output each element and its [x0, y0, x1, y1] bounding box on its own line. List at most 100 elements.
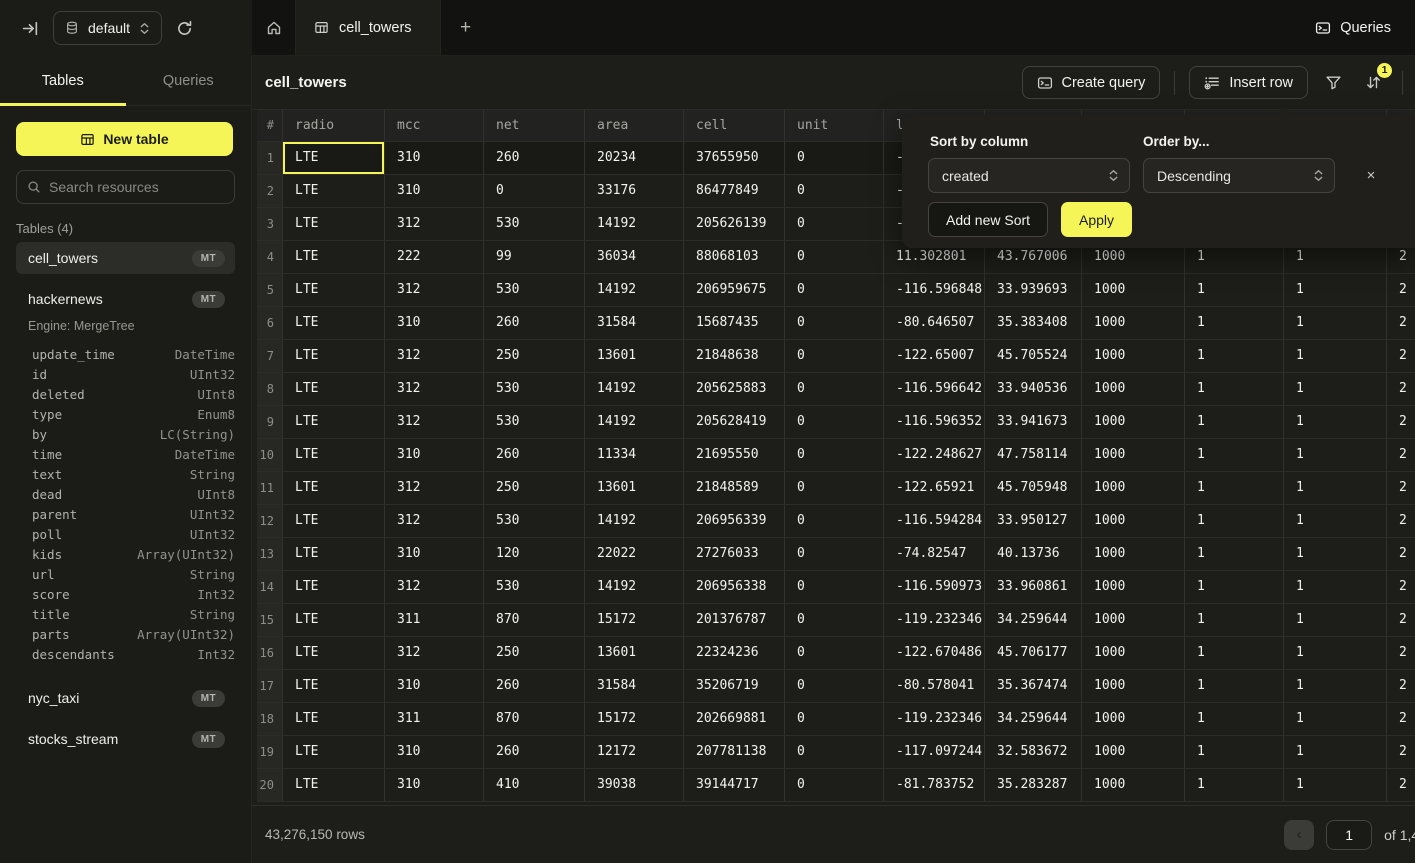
table-cell[interactable]: 1000 [1082, 571, 1185, 604]
table-cell[interactable]: 0 [785, 637, 884, 670]
table-cell[interactable]: 14192 [585, 208, 684, 241]
table-cell[interactable]: 15172 [585, 703, 684, 736]
table-cell[interactable]: 33.940536 [985, 373, 1082, 406]
table-cell[interactable]: 35.367474 [985, 670, 1082, 703]
table-cell[interactable]: 1 [1185, 769, 1284, 802]
table-cell[interactable]: 260 [484, 142, 585, 175]
table-cell[interactable]: 31584 [585, 670, 684, 703]
table-cell[interactable]: 0 [785, 604, 884, 637]
table-cell[interactable]: 1 [1284, 406, 1387, 439]
table-cell[interactable]: 2 [1387, 439, 1415, 472]
table-cell[interactable]: 1000 [1082, 769, 1185, 802]
table-cell[interactable]: 39038 [585, 769, 684, 802]
table-cell[interactable]: 0 [785, 505, 884, 538]
table-cell[interactable]: 14192 [585, 406, 684, 439]
table-cell[interactable]: 311 [385, 703, 484, 736]
table-cell[interactable]: 1 [1284, 703, 1387, 736]
table-cell[interactable]: 1 [1284, 340, 1387, 373]
table-cell[interactable]: 207781138 [684, 736, 785, 769]
table-cell[interactable]: 13601 [585, 340, 684, 373]
table-cell[interactable]: 0 [785, 208, 884, 241]
table-cell[interactable]: 1000 [1082, 670, 1185, 703]
table-cell[interactable]: 312 [385, 340, 484, 373]
table-cell[interactable]: 1 [1284, 571, 1387, 604]
table-cell[interactable]: 410 [484, 769, 585, 802]
row-number[interactable]: 9 [257, 406, 283, 439]
table-cell[interactable]: 1 [1284, 538, 1387, 571]
row-number[interactable]: 11 [257, 472, 283, 505]
table-cell[interactable]: 312 [385, 505, 484, 538]
new-tab-button[interactable]: + [441, 0, 491, 55]
table-cell[interactable]: 14192 [585, 373, 684, 406]
table-cell[interactable]: 1 [1185, 274, 1284, 307]
table-cell[interactable]: 1 [1185, 604, 1284, 637]
column-header-cell[interactable]: cell [684, 110, 785, 142]
sidebar-tab-queries[interactable]: Queries [126, 56, 252, 105]
table-cell[interactable]: -117.097244 [884, 736, 985, 769]
table-cell[interactable]: LTE [283, 736, 385, 769]
table-cell[interactable]: 35.283287 [985, 769, 1082, 802]
table-cell[interactable]: 1 [1185, 571, 1284, 604]
table-cell[interactable]: 260 [484, 439, 585, 472]
table-cell[interactable]: 1000 [1082, 505, 1185, 538]
sidebar-table-stocks_stream[interactable]: stocks_streamMT [16, 723, 235, 755]
sidebar-table-nyc_taxi[interactable]: nyc_taxiMT [16, 682, 235, 714]
table-cell[interactable]: 1 [1185, 703, 1284, 736]
table-cell[interactable]: 86477849 [684, 175, 785, 208]
table-cell[interactable]: 250 [484, 340, 585, 373]
table-cell[interactable]: LTE [283, 637, 385, 670]
table-cell[interactable]: 311 [385, 604, 484, 637]
table-cell[interactable]: 870 [484, 604, 585, 637]
table-cell[interactable]: -116.594284 [884, 505, 985, 538]
table-cell[interactable]: 2 [1387, 505, 1415, 538]
table-cell[interactable]: 0 [785, 670, 884, 703]
table-cell[interactable]: 2 [1387, 274, 1415, 307]
table-cell[interactable]: 205626139 [684, 208, 785, 241]
table-cell[interactable]: 2 [1387, 769, 1415, 802]
table-cell[interactable]: 1 [1284, 505, 1387, 538]
tab-home[interactable] [252, 0, 296, 55]
table-cell[interactable]: 35206719 [684, 670, 785, 703]
table-cell[interactable]: LTE [283, 307, 385, 340]
table-cell[interactable]: 34.259644 [985, 703, 1082, 736]
table-cell[interactable]: 0 [785, 703, 884, 736]
table-cell[interactable]: 39144717 [684, 769, 785, 802]
table-cell[interactable]: 530 [484, 571, 585, 604]
table-cell[interactable]: -122.65007 [884, 340, 985, 373]
table-cell[interactable]: 15687435 [684, 307, 785, 340]
table-cell[interactable]: 1 [1284, 307, 1387, 340]
table-cell[interactable]: 530 [484, 406, 585, 439]
row-number[interactable]: 7 [257, 340, 283, 373]
create-query-button[interactable]: Create query [1022, 66, 1161, 99]
sidebar-table-cell_towers[interactable]: cell_towersMT [16, 242, 235, 274]
table-cell[interactable]: LTE [283, 703, 385, 736]
table-cell[interactable]: 33.939693 [985, 274, 1082, 307]
table-cell[interactable]: 1000 [1082, 439, 1185, 472]
row-number[interactable]: 19 [257, 736, 283, 769]
row-number[interactable]: 10 [257, 439, 283, 472]
table-cell[interactable]: -116.590973 [884, 571, 985, 604]
row-number[interactable]: 14 [257, 571, 283, 604]
database-selector[interactable]: default [53, 11, 162, 45]
table-cell[interactable]: 1 [1185, 670, 1284, 703]
table-cell[interactable]: LTE [283, 439, 385, 472]
table-cell[interactable]: 205625883 [684, 373, 785, 406]
table-cell[interactable]: 312 [385, 208, 484, 241]
table-cell[interactable]: LTE [283, 241, 385, 274]
table-cell[interactable]: 1000 [1082, 736, 1185, 769]
sidebar-tab-tables[interactable]: Tables [0, 56, 126, 105]
table-cell[interactable]: LTE [283, 769, 385, 802]
table-cell[interactable]: 530 [484, 274, 585, 307]
table-cell[interactable]: -116.596642 [884, 373, 985, 406]
row-number[interactable]: 17 [257, 670, 283, 703]
table-cell[interactable]: 1 [1284, 373, 1387, 406]
table-cell[interactable]: 206956338 [684, 571, 785, 604]
sidebar-table-hackernews[interactable]: hackernewsMT [16, 283, 235, 315]
sort-button[interactable]: 1 [1358, 68, 1388, 98]
table-cell[interactable]: 250 [484, 472, 585, 505]
row-number[interactable]: 1 [257, 142, 283, 175]
table-cell[interactable]: 1000 [1082, 274, 1185, 307]
table-cell[interactable]: 31584 [585, 307, 684, 340]
row-number[interactable]: 12 [257, 505, 283, 538]
table-cell[interactable]: 2 [1387, 340, 1415, 373]
